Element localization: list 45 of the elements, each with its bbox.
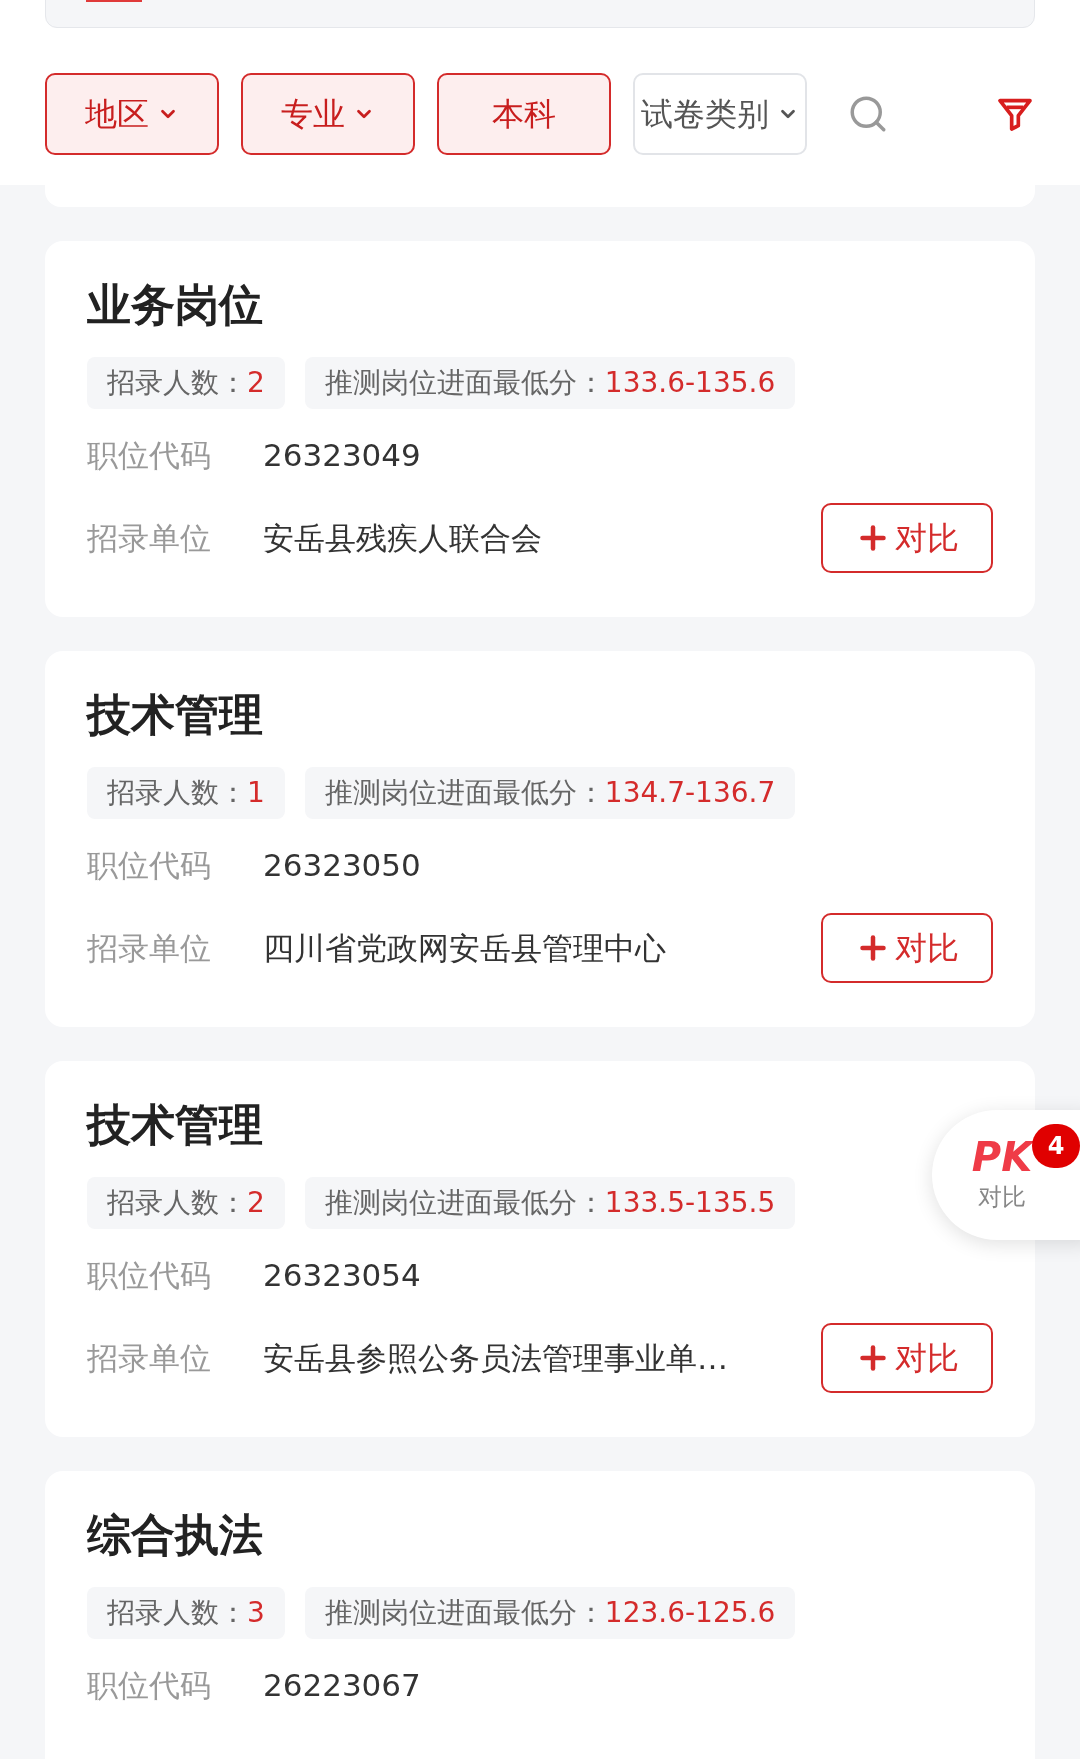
position-title: 技术管理 xyxy=(87,1098,264,1152)
compare-button[interactable]: 对比 xyxy=(821,913,993,983)
code-value: 26223067 xyxy=(263,1665,421,1705)
position-title: 业务岗位 xyxy=(87,278,264,332)
filter-dropdown[interactable]: 试卷类别 xyxy=(633,73,807,155)
unit-value: 安岳县参照公务员法管理事业单… xyxy=(263,1338,728,1378)
score-label: 推测岗位进面最低分： xyxy=(324,1185,605,1221)
score-label: 推测岗位进面最低分： xyxy=(324,365,605,401)
count-label: 招录人数： xyxy=(107,1185,247,1221)
code-value: 26323054 xyxy=(263,1255,421,1295)
unit-label: 招录单位 xyxy=(87,1338,212,1378)
code-label: 职位代码 xyxy=(87,1255,212,1295)
count-value: 2 xyxy=(247,365,265,401)
code-value: 26323050 xyxy=(263,845,421,885)
position-title: 技术管理 xyxy=(87,688,264,742)
code-label: 职位代码 xyxy=(87,1665,212,1705)
unit-label: 招录单位 xyxy=(87,518,212,558)
count-badge: 4 xyxy=(1032,1124,1080,1168)
score-label: 推测岗位进面最低分： xyxy=(324,775,605,811)
filter-dropdown[interactable]: 本科 xyxy=(437,73,611,155)
count-label: 招录人数： xyxy=(107,1595,247,1631)
count-value: 1 xyxy=(247,775,265,811)
count-value: 3 xyxy=(247,1595,265,1631)
score-value: 133.5-135.5 xyxy=(604,1185,776,1221)
code-label: 职位代码 xyxy=(87,845,212,885)
unit-label: 招录单位 xyxy=(87,928,212,968)
count-label: 招录人数： xyxy=(107,365,247,401)
compare-button[interactable]: 对比 xyxy=(821,1323,993,1393)
compare-label: 对比 xyxy=(978,1182,1026,1213)
score-value: 134.7-136.7 xyxy=(604,775,776,811)
unit-value: 安岳县残疾人联合会 xyxy=(263,518,542,558)
position-title: 综合执法 xyxy=(87,1508,264,1562)
code-value: 26323049 xyxy=(263,435,421,475)
count-label: 招录人数： xyxy=(107,775,247,811)
score-value: 133.6-135.6 xyxy=(604,365,776,401)
filter-dropdown[interactable]: 地区 xyxy=(45,73,219,155)
score-value: 123.6-125.6 xyxy=(604,1595,776,1631)
unit-value: 四川省党政网安岳县管理中心 xyxy=(263,928,666,968)
code-label: 职位代码 xyxy=(87,435,212,475)
compare-button[interactable]: 对比 xyxy=(821,503,993,573)
score-label: 推测岗位进面最低分： xyxy=(324,1595,605,1631)
pk-logo: PK xyxy=(971,1135,1033,1179)
pk-compare-button[interactable]: PK 对比 4 xyxy=(932,1110,1080,1240)
filter-dropdown[interactable]: 专业 xyxy=(241,73,415,155)
count-value: 2 xyxy=(247,1185,265,1221)
